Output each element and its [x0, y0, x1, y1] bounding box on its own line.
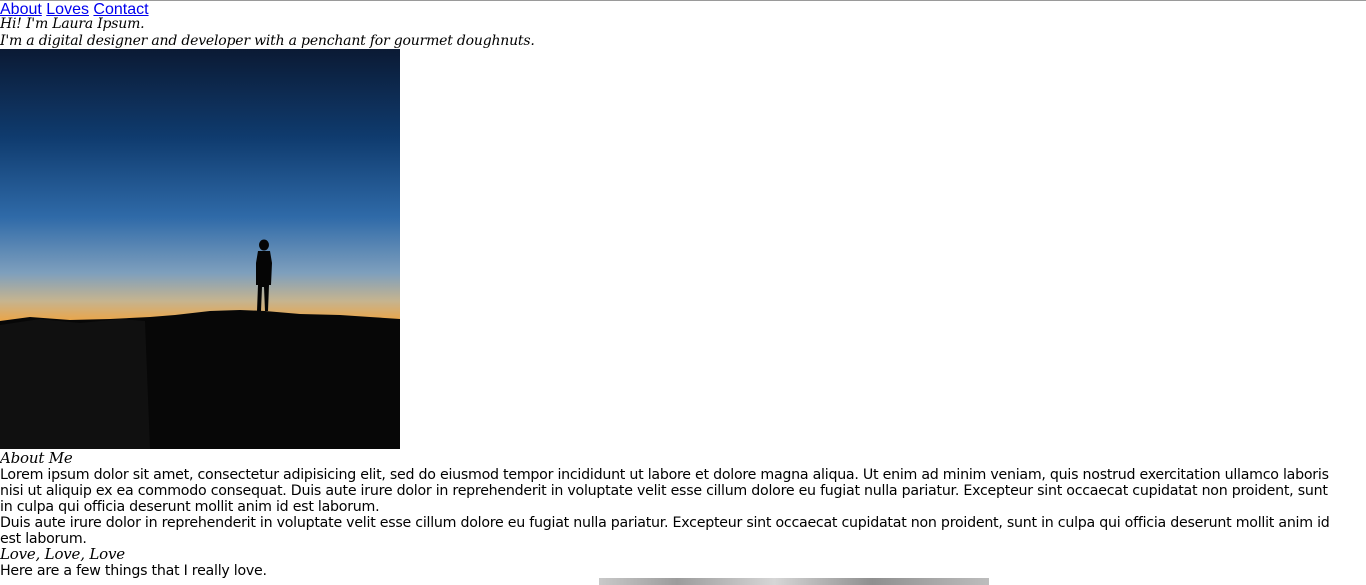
tagline: I'm a digital designer and developer wit… — [0, 33, 535, 49]
about-section-title: About Me — [0, 449, 73, 467]
loves-section-title: Love, Love, Love — [0, 545, 125, 563]
greeting-heading: Hi! I'm Laura Ipsum. — [0, 16, 145, 32]
top-border — [0, 0, 1366, 1]
loves-intro-text: Here are a few things that I really love… — [0, 563, 267, 579]
distant-ridge — [0, 319, 150, 449]
hero-image-sunset-silhouette — [0, 49, 400, 449]
about-paragraph-1: Lorem ipsum dolor sit amet, consectetur … — [0, 467, 1329, 515]
loves-image-partial — [599, 578, 989, 585]
about-paragraph-2: Duis aute irure dolor in reprehenderit i… — [0, 515, 1330, 547]
